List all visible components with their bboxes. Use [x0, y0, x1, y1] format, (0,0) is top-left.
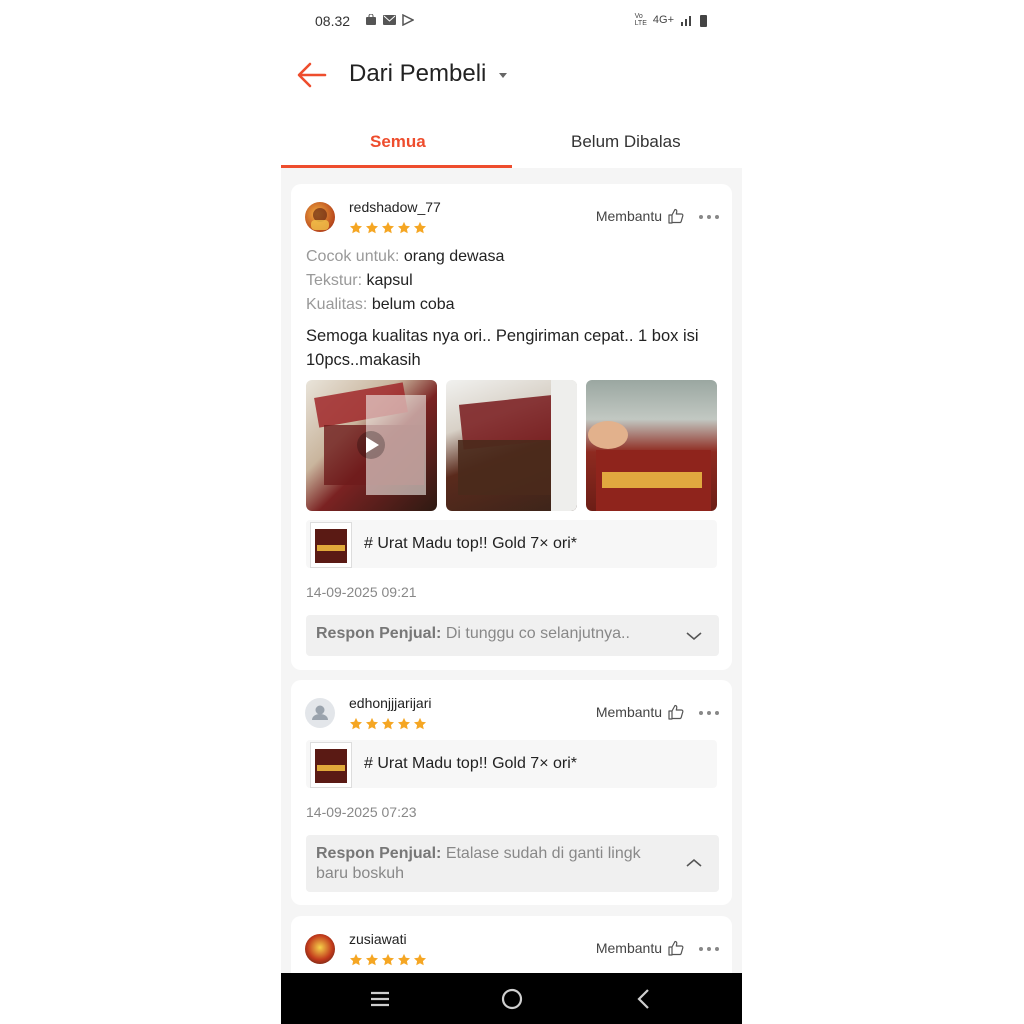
product-name: # Urat Madu top!! Gold 7× ori*	[364, 535, 577, 552]
helpful-button[interactable]: Membantu	[596, 940, 684, 956]
review-date: 14-09-2025 09:21	[306, 584, 417, 600]
seller-response[interactable]: Respon Penjual: Di tunggu co selanjutnya…	[306, 615, 719, 656]
star-icon	[349, 717, 363, 730]
star-icon	[397, 953, 411, 966]
photo-preview	[458, 380, 577, 511]
seller-response-text: Respon Penjual: Di tunggu co selanjutnya…	[316, 625, 630, 642]
seller-response[interactable]: Respon Penjual: Etalase sudah di ganti l…	[306, 835, 719, 892]
more-options-icon[interactable]	[698, 213, 720, 221]
helpful-label: Membantu	[595, 704, 662, 720]
star-icon	[349, 221, 363, 234]
tab-all[interactable]: Semua	[370, 132, 426, 152]
avatar	[305, 934, 335, 964]
review-photo-thumbnail[interactable]	[586, 380, 717, 511]
review-attribute: Tekstur: kapsul	[306, 272, 413, 289]
review-card: edhonjjjarijari Membantu # Urat Madu top…	[291, 680, 732, 905]
seller-response-text: Respon Penjual: Etalase sudah di ganti l…	[316, 845, 641, 882]
recent-apps-icon[interactable]	[367, 986, 393, 1012]
star-icon	[413, 953, 427, 966]
photo-preview	[588, 421, 711, 511]
product-name: # Urat Madu top!! Gold 7× ori*	[364, 755, 577, 772]
product-image	[315, 749, 347, 783]
tab-unreplied[interactable]: Belum Dibalas	[571, 132, 681, 152]
star-icon	[365, 953, 379, 966]
avatar	[305, 698, 335, 728]
default-user-icon	[312, 705, 328, 720]
helpful-button[interactable]: Membantu	[596, 704, 684, 720]
thumbs-up-icon	[668, 208, 684, 224]
mail-icon	[383, 15, 396, 25]
signal-icon	[681, 16, 691, 26]
reviewer-name: redshadow_77	[349, 199, 441, 215]
back-nav-icon[interactable]	[631, 986, 657, 1012]
star-icon	[413, 221, 427, 234]
helpful-label: Membantu	[595, 940, 662, 956]
helpful-label: Membantu	[595, 208, 662, 224]
star-icon	[397, 717, 411, 730]
video-preview	[314, 382, 426, 495]
battery-icon	[700, 14, 707, 27]
star-rating	[349, 717, 427, 731]
review-card: redshadow_77 Membantu Cocok untuk: orang…	[291, 184, 732, 670]
home-icon[interactable]	[499, 986, 525, 1012]
volte-icon: Vo LTE	[634, 13, 647, 27]
play-store-icon	[402, 14, 414, 26]
page-title[interactable]: Dari Pembeli	[349, 60, 486, 88]
more-options-icon[interactable]	[698, 945, 720, 953]
star-icon	[381, 953, 395, 966]
star-icon	[413, 717, 427, 730]
active-tab-indicator	[281, 165, 512, 168]
star-icon	[381, 221, 395, 234]
back-arrow-icon[interactable]	[295, 60, 329, 90]
review-comment: Semoga kualitas nya ori.. Pengiriman cep…	[306, 327, 699, 369]
phone-screen: 08.32 Vo LTE 4G+ Dari Pembeli Semua Belum…	[281, 0, 742, 1024]
thumbs-up-icon	[668, 704, 684, 720]
review-date: 14-09-2025 07:23	[306, 804, 417, 820]
chevron-up-icon[interactable]	[685, 857, 703, 869]
star-icon	[381, 717, 395, 730]
system-navigation-bar	[281, 973, 742, 1024]
helpful-button[interactable]: Membantu	[596, 208, 684, 224]
star-rating	[349, 953, 427, 967]
thumbs-up-icon	[668, 940, 684, 956]
star-icon	[397, 221, 411, 234]
star-icon	[365, 221, 379, 234]
app-header: Dari Pembeli	[281, 44, 742, 112]
star-icon	[365, 717, 379, 730]
tab-bar: Semua Belum Dibalas	[281, 112, 742, 168]
avatar	[305, 202, 335, 232]
review-attribute: Kualitas: belum coba	[306, 296, 455, 313]
more-options-icon[interactable]	[698, 709, 720, 717]
star-rating	[349, 221, 427, 235]
product-image	[315, 529, 347, 563]
product-thumbnail	[310, 522, 352, 568]
product-link[interactable]: # Urat Madu top!! Gold 7× ori*	[306, 520, 717, 568]
review-video-thumbnail[interactable]	[306, 380, 437, 511]
product-link[interactable]: # Urat Madu top!! Gold 7× ori*	[306, 740, 717, 788]
network-type: 4G+	[652, 14, 674, 26]
status-bar: 08.32 Vo LTE 4G+	[281, 0, 742, 44]
chevron-down-icon[interactable]	[685, 630, 703, 642]
status-right: Vo LTE 4G+	[635, 13, 708, 27]
star-icon	[349, 953, 363, 966]
review-attribute: Cocok untuk: orang dewasa	[306, 248, 505, 265]
dropdown-caret-icon[interactable]	[497, 69, 509, 81]
shop-bag-icon	[366, 14, 376, 25]
avatar-image	[311, 208, 329, 230]
reviewer-name: zusiawati	[349, 931, 407, 947]
product-thumbnail	[310, 742, 352, 788]
reviewer-name: edhonjjjarijari	[349, 695, 432, 711]
review-photo-thumbnail[interactable]	[446, 380, 577, 511]
notification-icons	[365, 14, 414, 26]
status-time: 08.32	[315, 13, 351, 29]
